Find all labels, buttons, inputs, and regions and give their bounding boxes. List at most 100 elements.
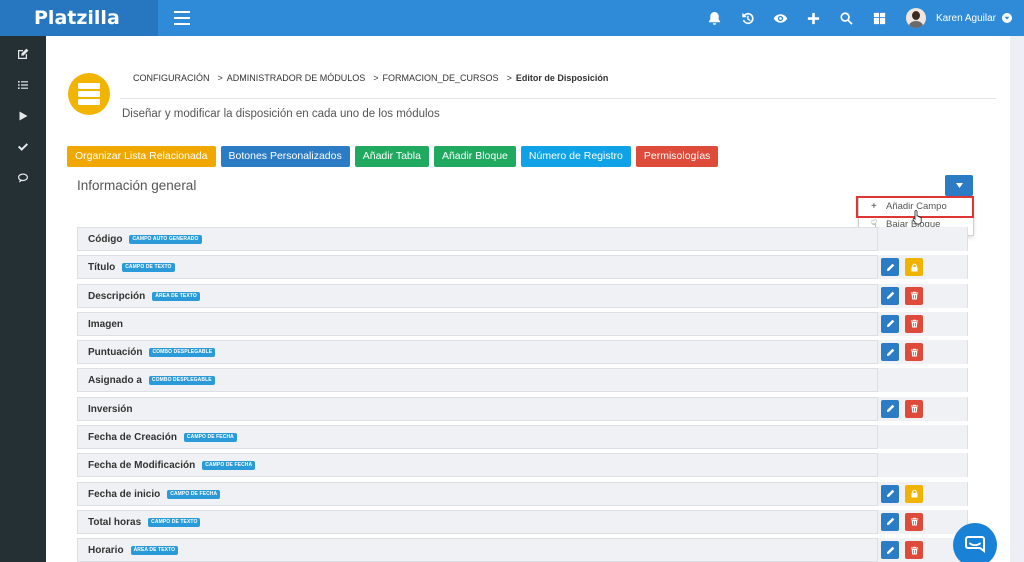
breadcrumb-separator: > bbox=[217, 73, 223, 83]
field-label-wrap: Total horas CAMPO DE TEXTO bbox=[88, 516, 201, 528]
add-table-button[interactable]: Añadir Tabla bbox=[354, 146, 429, 167]
field-row[interactable]: Imagen bbox=[77, 311, 968, 336]
add-block-button[interactable]: Añadir Bloque bbox=[433, 146, 516, 167]
edit-field-button[interactable] bbox=[881, 286, 899, 305]
edit-field-button[interactable] bbox=[881, 343, 899, 362]
breadcrumb-formacion-cursos[interactable]: FORMACION_DE_CURSOS bbox=[383, 73, 499, 83]
field-type-badge: CAMPO DE FECHA bbox=[167, 489, 221, 499]
locked-field-button[interactable] bbox=[905, 484, 923, 503]
chat-icon bbox=[965, 536, 985, 553]
delete-field-button[interactable] bbox=[905, 343, 923, 362]
field-row[interactable]: Descripción ÁREA DE TEXTO bbox=[77, 283, 968, 308]
delete-field-button[interactable] bbox=[905, 314, 923, 333]
organize-related-list-button[interactable]: Organizar Lista Relacionada bbox=[67, 146, 216, 167]
field-type-badge: ÁREA DE TEXTO bbox=[152, 291, 200, 301]
sidebar-item-edit[interactable] bbox=[0, 38, 46, 69]
field-row[interactable]: Fecha de inicio CAMPO DE FECHA bbox=[77, 481, 968, 506]
field-label: Código bbox=[88, 234, 123, 245]
edit-field-button[interactable] bbox=[881, 512, 899, 531]
sidebar-item-list[interactable] bbox=[0, 69, 46, 100]
record-number-button[interactable]: Número de Registro bbox=[520, 146, 631, 167]
edit-field-button[interactable] bbox=[881, 399, 899, 418]
plus-icon[interactable] bbox=[797, 0, 830, 36]
field-label: Fecha de Creación bbox=[88, 432, 177, 444]
app-logo[interactable]: Platzilla bbox=[0, 0, 158, 36]
main-content: CONFIGURACIÓN > ADMINISTRADOR DE MÓDULOS… bbox=[46, 36, 1010, 562]
field-label: Asignado a bbox=[88, 375, 142, 387]
trash-icon bbox=[910, 319, 919, 328]
history-icon[interactable] bbox=[731, 0, 764, 36]
field-row[interactable]: Fecha de Creación CAMPO DE FECHA bbox=[77, 425, 968, 450]
pencil-icon bbox=[886, 263, 895, 272]
delete-field-button[interactable] bbox=[905, 286, 923, 305]
permissions-button[interactable]: Permisologías bbox=[635, 146, 719, 167]
breadcrumb-administrador-modulos[interactable]: ADMINISTRADOR DE MÓDULOS bbox=[227, 73, 366, 83]
chat-icon bbox=[18, 173, 28, 183]
field-row[interactable]: Código CAMPO AUTO GENERADO bbox=[77, 227, 968, 251]
pencil-icon bbox=[886, 489, 895, 498]
top-navbar: Platzilla Karen Aguilar bbox=[0, 0, 1024, 36]
grid-icon[interactable] bbox=[863, 0, 896, 36]
sidebar-item-chat[interactable] bbox=[0, 162, 46, 193]
edit-field-button[interactable] bbox=[881, 258, 899, 277]
edit-field-button[interactable] bbox=[881, 314, 899, 333]
bell-icon[interactable] bbox=[698, 0, 731, 36]
panel-title: Información general bbox=[77, 178, 197, 193]
field-label-wrap: Imagen bbox=[88, 319, 123, 330]
sidebar-item-check[interactable] bbox=[0, 131, 46, 162]
pencil-icon bbox=[886, 291, 895, 300]
field-actions bbox=[877, 368, 967, 393]
field-label-wrap: Código CAMPO AUTO GENERADO bbox=[88, 234, 202, 245]
delete-field-button[interactable] bbox=[905, 399, 923, 418]
field-actions bbox=[877, 227, 967, 251]
field-type-badge: ÁREA DE TEXTO bbox=[130, 546, 179, 556]
custom-buttons-button[interactable]: Botones Personalizados bbox=[220, 146, 350, 167]
action-toolbar: Organizar Lista Relacionada Botones Pers… bbox=[67, 146, 723, 167]
live-chat-button[interactable] bbox=[953, 523, 997, 562]
trash-icon bbox=[910, 517, 919, 526]
edit-field-button[interactable] bbox=[881, 541, 899, 560]
field-label-wrap: Inversión bbox=[88, 404, 132, 415]
caret-down-icon bbox=[955, 183, 963, 188]
locked-field-button[interactable] bbox=[905, 258, 923, 277]
edit-icon bbox=[18, 48, 29, 59]
field-type-badge: CAMPO DE TEXTO bbox=[148, 517, 201, 527]
field-actions bbox=[877, 283, 967, 308]
field-actions bbox=[877, 425, 967, 450]
field-row[interactable]: Inversión bbox=[77, 396, 968, 421]
field-type-badge: CAMPO DE TEXTO bbox=[122, 263, 175, 273]
edit-field-button[interactable] bbox=[881, 484, 899, 503]
page-subtitle: Diseñar y modificar la disposición en ca… bbox=[122, 108, 440, 120]
delete-field-button[interactable] bbox=[905, 541, 923, 560]
field-row[interactable]: Título CAMPO DE TEXTO bbox=[77, 255, 968, 280]
field-label-wrap: Fecha de Creación CAMPO DE FECHA bbox=[88, 432, 237, 443]
field-row[interactable]: Asignado a COMBO DESPLEGABLE bbox=[77, 368, 968, 393]
delete-field-button[interactable] bbox=[905, 512, 923, 531]
sidebar-item-play[interactable] bbox=[0, 100, 46, 131]
field-label: Total horas bbox=[88, 516, 142, 528]
field-label-wrap: Descripción ÁREA DE TEXTO bbox=[88, 291, 200, 302]
field-row[interactable]: Horario ÁREA DE TEXTO bbox=[77, 538, 968, 562]
field-actions bbox=[877, 453, 967, 478]
field-type-badge: CAMPO DE FECHA bbox=[183, 433, 237, 443]
trash-icon bbox=[910, 348, 919, 357]
search-icon[interactable] bbox=[830, 0, 863, 36]
menu-toggle-icon[interactable] bbox=[174, 11, 190, 25]
lock-icon bbox=[910, 263, 919, 272]
avatar bbox=[905, 8, 926, 28]
field-row[interactable]: Total horas CAMPO DE TEXTO bbox=[77, 509, 968, 534]
pencil-icon bbox=[886, 404, 895, 413]
field-label-wrap: Título CAMPO DE TEXTO bbox=[88, 262, 175, 273]
trash-icon bbox=[910, 291, 919, 300]
block-options-dropdown-button[interactable] bbox=[945, 175, 973, 196]
eye-icon[interactable] bbox=[764, 0, 797, 36]
scrollbar[interactable] bbox=[1010, 36, 1024, 562]
field-label-wrap: Fecha de inicio CAMPO DE FECHA bbox=[88, 489, 221, 500]
field-actions bbox=[877, 509, 967, 534]
user-menu[interactable]: Karen Aguilar bbox=[905, 8, 1012, 28]
field-label: Puntuación bbox=[88, 347, 143, 359]
field-label: Inversión bbox=[88, 403, 133, 415]
field-row[interactable]: Puntuación COMBO DESPLEGABLE bbox=[77, 340, 968, 365]
breadcrumb-configuracion[interactable]: CONFIGURACIÓN bbox=[133, 73, 210, 83]
field-row[interactable]: Fecha de Modificación CAMPO DE FECHA bbox=[77, 453, 968, 478]
